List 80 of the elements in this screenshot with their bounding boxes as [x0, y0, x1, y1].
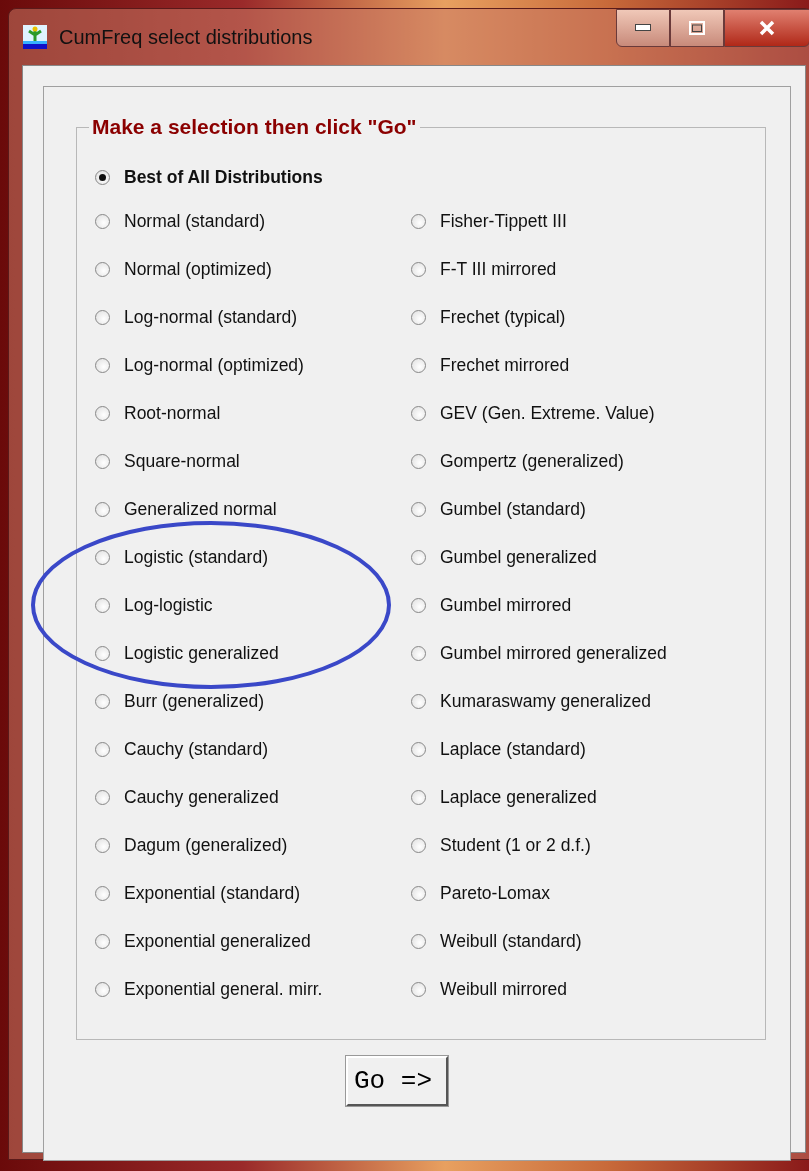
- radio-option[interactable]: GEV (Gen. Extreme. Value): [411, 389, 667, 437]
- radio-button[interactable]: [95, 693, 110, 709]
- window-title: CumFreq select distributions: [59, 25, 313, 49]
- radio-option[interactable]: Log-normal (optimized): [95, 341, 411, 389]
- radio-option[interactable]: Dagum (generalized): [95, 821, 411, 869]
- radio-option[interactable]: Log-normal (standard): [95, 293, 411, 341]
- radio-option[interactable]: Logistic generalized: [95, 629, 411, 677]
- radio-button[interactable]: [95, 453, 110, 469]
- radio-button[interactable]: [95, 501, 110, 517]
- radio-button[interactable]: [95, 933, 110, 949]
- radio-button[interactable]: [95, 837, 110, 853]
- radio-button[interactable]: [411, 693, 426, 709]
- radio-option[interactable]: Generalized normal: [95, 485, 411, 533]
- radio-button[interactable]: [95, 981, 110, 997]
- app-icon: [23, 25, 47, 49]
- radio-option[interactable]: Square-normal: [95, 437, 411, 485]
- go-button[interactable]: Go =>: [346, 1056, 448, 1106]
- radio-button[interactable]: [411, 645, 426, 661]
- radio-option[interactable]: Laplace generalized: [411, 773, 667, 821]
- radio-option[interactable]: Normal (optimized): [95, 245, 411, 293]
- radio-button[interactable]: [411, 549, 426, 565]
- radio-option[interactable]: Normal (standard): [95, 197, 411, 245]
- radio-option[interactable]: F-T III mirrored: [411, 245, 667, 293]
- radio-option[interactable]: Gumbel mirrored: [411, 581, 667, 629]
- radio-button[interactable]: [95, 261, 110, 277]
- radio-option[interactable]: Gompertz (generalized): [411, 437, 667, 485]
- radio-button[interactable]: [95, 549, 110, 565]
- radio-option[interactable]: Cauchy generalized: [95, 773, 411, 821]
- radio-button[interactable]: [411, 357, 426, 373]
- radio-option[interactable]: Logistic (standard): [95, 533, 411, 581]
- radio-button[interactable]: [95, 357, 110, 373]
- radio-button[interactable]: [95, 309, 110, 325]
- radio-button[interactable]: [411, 981, 426, 997]
- radio-button[interactable]: [411, 837, 426, 853]
- radio-option[interactable]: Frechet (typical): [411, 293, 667, 341]
- radio-option[interactable]: Exponential generalized: [95, 917, 411, 965]
- radio-option[interactable]: Pareto-Lomax: [411, 869, 667, 917]
- radio-option[interactable]: Weibull (standard): [411, 917, 667, 965]
- radio-option[interactable]: Log-logistic: [95, 581, 411, 629]
- radio-option[interactable]: Root-normal: [95, 389, 411, 437]
- radio-button[interactable]: [95, 213, 110, 229]
- radio-button[interactable]: [95, 169, 110, 185]
- radio-button[interactable]: [411, 933, 426, 949]
- radio-option[interactable]: Weibull mirrored: [411, 965, 667, 1013]
- radio-option[interactable]: Fisher-Tippett III: [411, 197, 667, 245]
- radio-option[interactable]: Gumbel (standard): [411, 485, 667, 533]
- maximize-button[interactable]: [670, 9, 724, 47]
- radio-button[interactable]: [95, 597, 110, 613]
- radio-button[interactable]: [411, 213, 426, 229]
- minimize-button[interactable]: [616, 9, 670, 47]
- radio-button[interactable]: [411, 261, 426, 277]
- maximize-icon: [689, 21, 705, 35]
- radio-button[interactable]: [411, 405, 426, 421]
- group-title: Make a selection then click "Go": [91, 115, 418, 139]
- minimize-icon: [635, 24, 651, 32]
- radio-option[interactable]: Student (1 or 2 d.f.): [411, 821, 667, 869]
- radio-option[interactable]: Kumaraswamy generalized: [411, 677, 667, 725]
- radio-button[interactable]: [95, 741, 110, 757]
- radio-option[interactable]: Gumbel mirrored generalized: [411, 629, 667, 677]
- radio-button[interactable]: [95, 645, 110, 661]
- radio-option[interactable]: Exponential general. mirr.: [95, 965, 411, 1013]
- radio-option[interactable]: Cauchy (standard): [95, 725, 411, 773]
- radio-button[interactable]: [411, 741, 426, 757]
- radio-button[interactable]: [95, 789, 110, 805]
- radio-option[interactable]: Burr (generalized): [95, 677, 411, 725]
- radio-button[interactable]: [411, 885, 426, 901]
- radio-button[interactable]: [411, 453, 426, 469]
- radio-button[interactable]: [411, 309, 426, 325]
- close-button[interactable]: [724, 9, 809, 47]
- radio-button[interactable]: [411, 597, 426, 613]
- close-icon: [758, 20, 776, 36]
- radio-option[interactable]: Gumbel generalized: [411, 533, 667, 581]
- radio-button[interactable]: [411, 501, 426, 517]
- radio-option[interactable]: Exponential (standard): [95, 869, 411, 917]
- radio-button[interactable]: [411, 789, 426, 805]
- radio-button[interactable]: [95, 885, 110, 901]
- radio-option[interactable]: Frechet mirrored: [411, 341, 667, 389]
- radio-option[interactable]: Laplace (standard): [411, 725, 667, 773]
- radio-option[interactable]: Best of All Distributions: [95, 157, 765, 197]
- radio-button[interactable]: [95, 405, 110, 421]
